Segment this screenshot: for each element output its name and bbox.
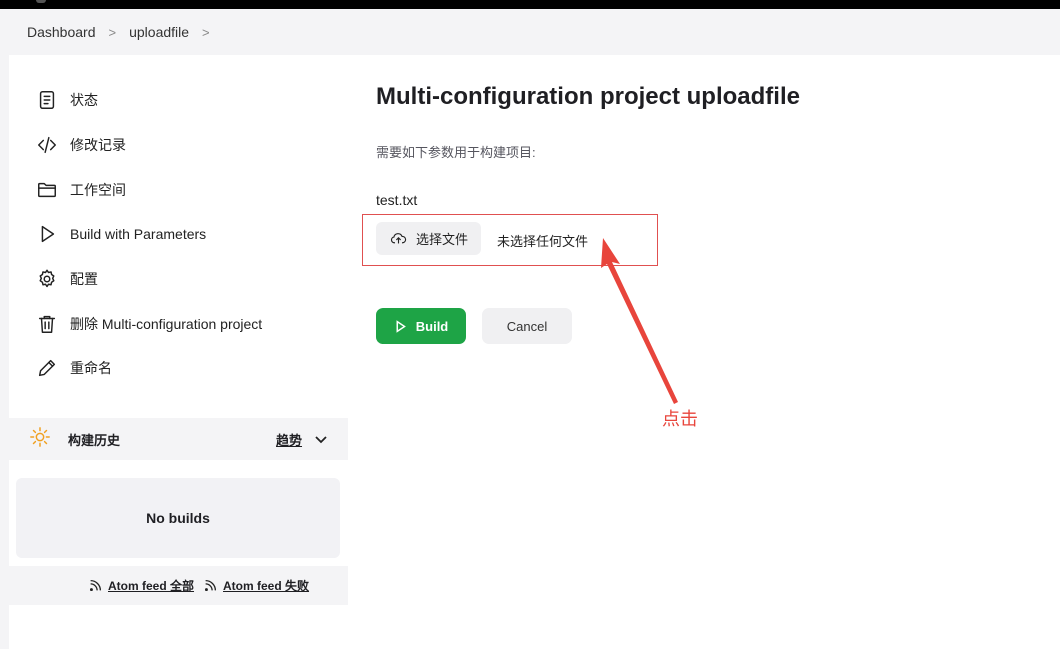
build-history-title: 构建历史 [68, 432, 121, 448]
left-edge-strip [0, 9, 9, 649]
page-title: Multi-configuration project uploadfile [376, 83, 800, 110]
sidebar-item-build-with-parameters[interactable]: Build with Parameters [9, 212, 348, 257]
sidebar-item-configure[interactable]: 配置 [9, 257, 348, 302]
document-icon [36, 89, 58, 111]
annotation-arrow [601, 238, 678, 404]
top-bar [0, 0, 1060, 9]
build-button-label: Build [415, 318, 449, 334]
sidebar-item-label: 配置 [70, 271, 98, 288]
sidebar-item-label: 状态 [70, 92, 98, 109]
parameters-description: 需要如下参数用于构建项目: [376, 145, 536, 160]
sidebar-item-label: 删除 Multi-configuration project [70, 315, 263, 332]
sidebar-item-rename[interactable]: 重命名 [9, 346, 348, 391]
sun-icon [29, 426, 51, 453]
cloud-upload-icon [390, 233, 407, 244]
breadcrumb-separator[interactable]: > [202, 25, 210, 40]
sidebar: 状态 修改记录 工作空间 Build with Parameters 配置 删除… [9, 78, 348, 391]
parameter-name: test.txt [376, 192, 418, 208]
build-history-body: No builds [9, 460, 348, 566]
rss-icon [89, 579, 102, 592]
chevron-down-icon[interactable] [313, 431, 329, 447]
cancel-button[interactable]: Cancel [482, 308, 572, 344]
file-status-text: 未选择任何文件 [497, 234, 589, 249]
code-icon [36, 134, 58, 156]
breadcrumb-dashboard[interactable]: Dashboard [27, 24, 96, 40]
atom-feed-failed-label: Atom feed 失败 [223, 579, 310, 593]
rss-icon [204, 579, 217, 592]
sidebar-item-delete-project[interactable]: 删除 Multi-configuration project [9, 301, 348, 346]
atom-feed-all-label: Atom feed 全部 [108, 579, 195, 593]
sidebar-item-label: 工作空间 [70, 181, 126, 198]
atom-feeds: Atom feed 全部 Atom feed 失败 [9, 566, 348, 605]
gear-icon [36, 268, 58, 290]
build-history-header: 构建历史 趋势 [9, 418, 348, 460]
sidebar-item-label: Build with Parameters [70, 226, 207, 243]
sidebar-item-changes[interactable]: 修改记录 [9, 123, 348, 168]
top-bar-logo-fragment [36, 0, 46, 3]
atom-feed-failed-link[interactable]: Atom feed 失败 [204, 577, 309, 594]
atom-feed-all-link[interactable]: Atom feed 全部 [89, 577, 194, 594]
folder-icon [36, 179, 58, 201]
play-icon [396, 319, 406, 333]
annotation-click-text: 点击 [662, 409, 698, 429]
no-builds-message: No builds [16, 478, 340, 558]
play-icon [36, 223, 58, 245]
sidebar-item-workspace[interactable]: 工作空间 [9, 167, 348, 212]
breadcrumb-uploadfile[interactable]: uploadfile [129, 24, 189, 40]
sidebar-item-status[interactable]: 状态 [9, 78, 348, 123]
build-button[interactable]: Build [376, 308, 466, 344]
choose-file-button[interactable]: 选择文件 [376, 222, 481, 255]
pencil-icon [36, 357, 58, 379]
trash-icon [36, 313, 58, 335]
choose-file-label: 选择文件 [416, 232, 469, 247]
breadcrumb: Dashboard > uploadfile > [9, 9, 1060, 55]
sidebar-item-label: 修改记录 [70, 137, 126, 154]
sidebar-item-label: 重命名 [70, 360, 112, 377]
breadcrumb-separator: > [108, 24, 117, 40]
trend-link[interactable]: 趋势 [276, 430, 302, 449]
